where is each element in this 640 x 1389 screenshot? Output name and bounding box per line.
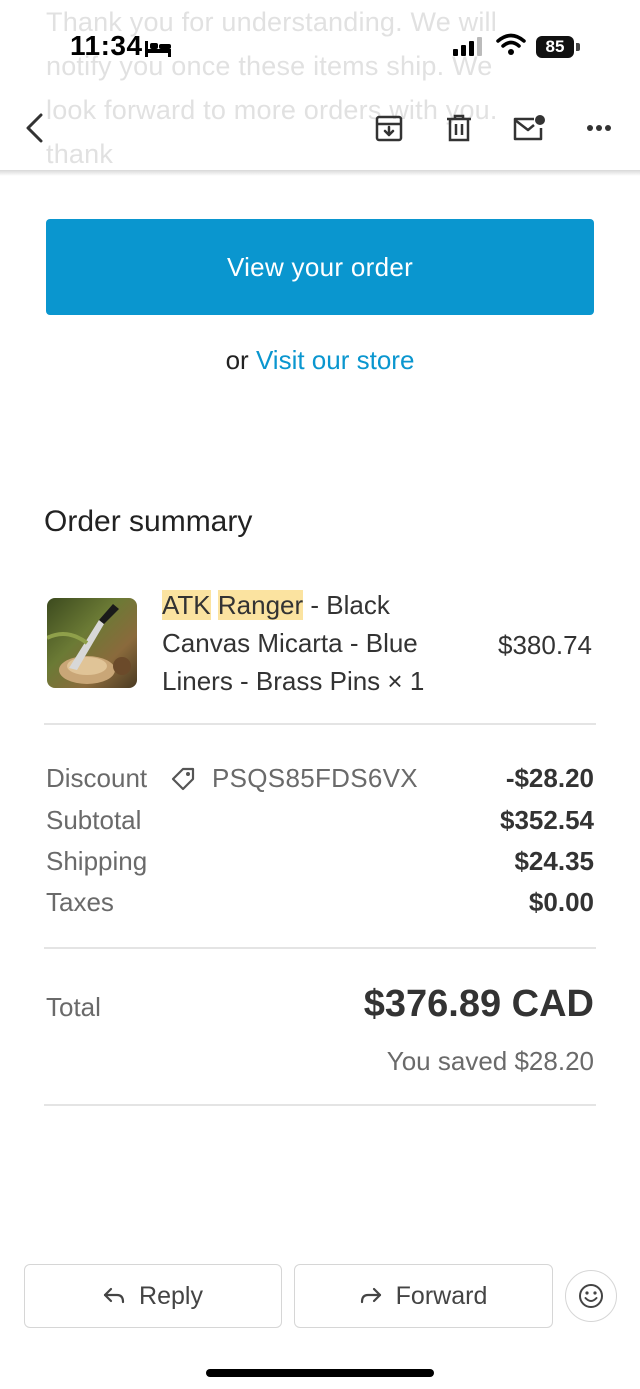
product-name: ATK Ranger - Black Canvas Micarta - Blue…: [162, 586, 462, 700]
battery-tip: [576, 43, 580, 51]
discount-value: -$28.20: [505, 763, 594, 793]
total-label: Total: [46, 992, 101, 1022]
archive-button[interactable]: [367, 106, 411, 150]
mark-unread-icon: [513, 115, 545, 141]
reply-label: Reply: [139, 1281, 203, 1310]
smiley-icon: [579, 1284, 603, 1308]
home-indicator[interactable]: [206, 1369, 434, 1377]
product-name-highlight-1: ATK: [162, 590, 211, 620]
back-icon: [26, 113, 43, 143]
email-toolbar: [0, 92, 640, 172]
status-time: 11:34: [70, 30, 143, 61]
visit-prefix: or: [225, 345, 249, 375]
cellular-signal-icon: [453, 37, 482, 56]
divider: [44, 1104, 596, 1106]
delete-button[interactable]: [437, 106, 481, 150]
forward-label: Forward: [395, 1281, 488, 1310]
order-summary-title: Order summary: [44, 505, 253, 538]
subtotal-label: Subtotal: [46, 805, 142, 835]
more-options-button[interactable]: [577, 106, 621, 150]
divider: [44, 723, 596, 725]
product-thumbnail: [47, 598, 137, 688]
status-bar: 11:34 85: [0, 0, 640, 92]
discount-label: Discount: [46, 763, 148, 793]
forward-icon: [360, 1287, 381, 1304]
discount-code: PSQS85FDS6VX: [212, 763, 418, 793]
knife-image: [47, 604, 131, 684]
shipping-value: $24.35: [514, 846, 594, 876]
product-price: $380.74: [498, 630, 592, 660]
savings-text: You saved $28.20: [386, 1046, 594, 1076]
sleep-focus-icon: [145, 41, 171, 57]
product-name-highlight-2: Ranger: [217, 590, 304, 620]
tag-icon: [171, 767, 195, 791]
toolbar-shadow: [0, 170, 640, 176]
visit-store-link[interactable]: Visit our store: [256, 345, 414, 375]
subtotal-value: $352.54: [500, 805, 594, 835]
archive-icon: [375, 115, 403, 142]
emoji-reaction-button[interactable]: [565, 1270, 617, 1322]
wifi-icon: [496, 33, 526, 55]
more-icon: [587, 125, 611, 131]
visit-store-line: or Visit our store: [0, 345, 640, 376]
taxes-value: $0.00: [528, 887, 594, 917]
battery-indicator: 85: [536, 36, 574, 58]
reply-button[interactable]: Reply: [24, 1264, 282, 1328]
divider: [44, 947, 596, 949]
total-value: $376.89 CAD: [363, 983, 594, 1025]
forward-button[interactable]: Forward: [294, 1264, 553, 1328]
taxes-label: Taxes: [46, 887, 114, 917]
shipping-label: Shipping: [46, 846, 148, 876]
mark-unread-button[interactable]: [507, 106, 551, 150]
view-order-button[interactable]: View your order: [46, 219, 594, 315]
reply-icon: [103, 1287, 125, 1304]
back-button[interactable]: [12, 106, 56, 150]
trash-icon: [447, 114, 471, 142]
